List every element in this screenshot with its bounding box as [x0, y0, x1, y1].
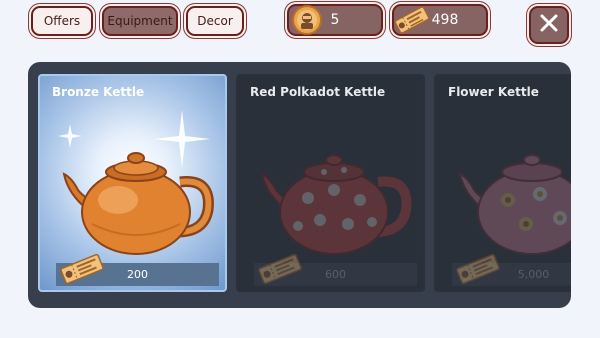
ticket-icon [58, 252, 106, 290]
coin-value: 5 [330, 12, 340, 28]
tab-offers[interactable]: Offers [31, 6, 93, 36]
red-polkadot-kettle-image [260, 154, 412, 255]
item-price: 200 [127, 268, 148, 281]
tab-decor-label: Decor [197, 14, 233, 28]
ticket-value: 498 [431, 12, 459, 28]
item-title: Bronze Kettle [52, 85, 145, 99]
item-title: Red Polkadot Kettle [250, 85, 386, 99]
flower-kettle-image [458, 154, 571, 255]
bronze-kettle-image [58, 110, 214, 255]
tab-decor[interactable]: Decor [186, 6, 244, 36]
close-icon [540, 14, 558, 36]
shop-panel: Bronze Kettle 200 Red Polkadot Kettle 60… [28, 62, 571, 308]
item-card-flower-kettle[interactable]: Flower Kettle 5,000 [434, 74, 571, 292]
ticket-icon [454, 252, 502, 290]
item-card-red-polkadot-kettle[interactable]: Red Polkadot Kettle 600 [236, 74, 425, 292]
close-button[interactable] [529, 6, 569, 44]
item-price: 600 [325, 268, 346, 281]
coin-counter: 5 [287, 4, 383, 36]
tab-equipment[interactable]: Equipment [102, 6, 178, 36]
ticket-icon [256, 252, 304, 290]
ticket-counter: 498 [392, 4, 488, 36]
tab-equipment-label: Equipment [107, 14, 173, 28]
item-title: Flower Kettle [448, 85, 539, 99]
item-card-bronze-kettle[interactable]: Bronze Kettle 200 [38, 74, 227, 292]
tab-offers-label: Offers [43, 14, 81, 28]
item-price: 5,000 [517, 268, 550, 281]
